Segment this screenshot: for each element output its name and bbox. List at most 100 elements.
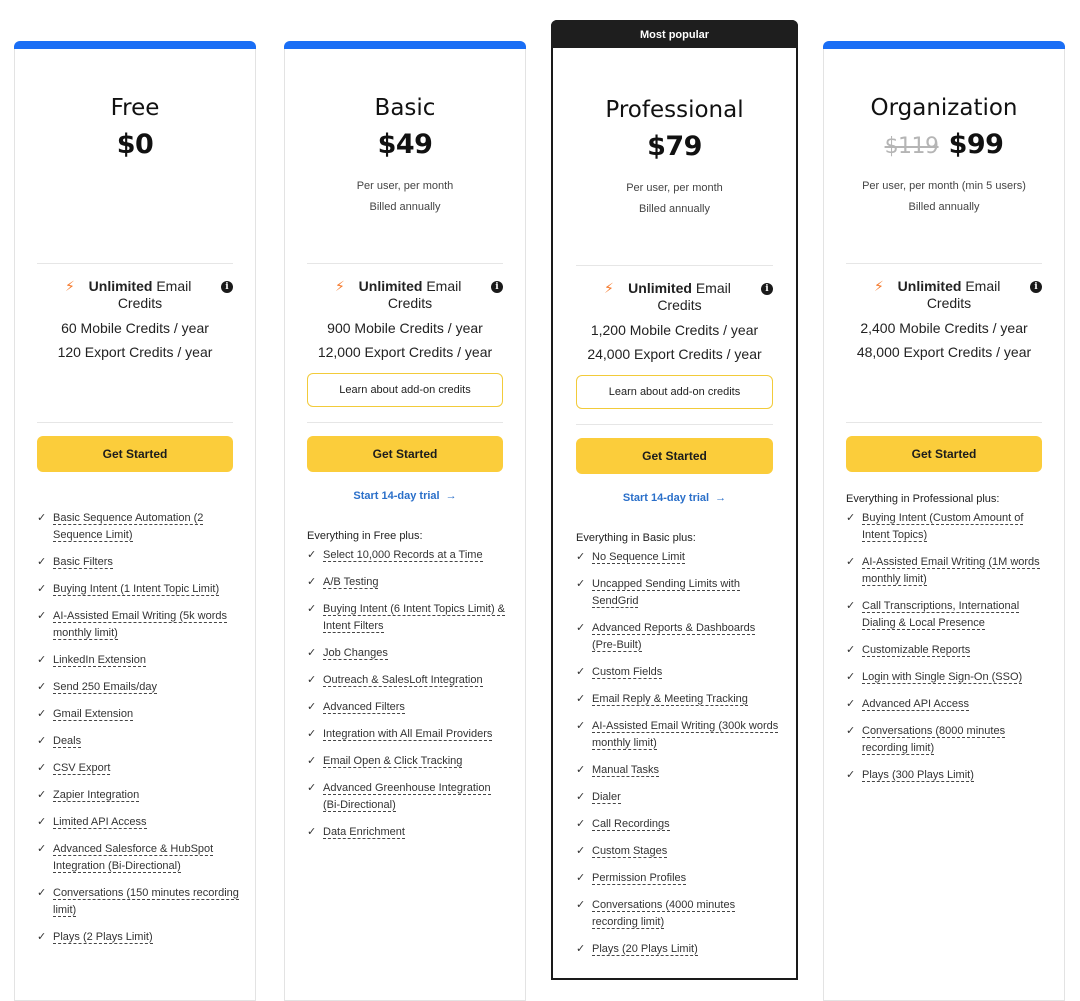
info-icon[interactable]: i: [221, 281, 233, 293]
check-icon: ✓: [576, 872, 586, 884]
feature-tooltip-text[interactable]: Basic Filters: [53, 556, 113, 569]
feature-tooltip-text[interactable]: Plays (20 Plays Limit): [592, 943, 698, 956]
feature-item: ✓ Data Enrichment: [307, 824, 509, 841]
features-heading: Everything in Basic plus:: [576, 532, 696, 544]
feature-item: ✓ Integration with All Email Providers: [307, 726, 509, 743]
check-icon: ✓: [846, 512, 856, 524]
check-icon: ✓: [576, 764, 586, 776]
unlimited-email-credits: ⚡ Unlimited Email Credits i: [576, 280, 773, 314]
feature-tooltip-text[interactable]: Manual Tasks: [592, 764, 660, 777]
start-trial-link[interactable]: Start 14-day trial →: [576, 492, 773, 504]
check-icon: ✓: [37, 708, 47, 720]
check-icon: ✓: [307, 826, 317, 838]
price-unit: Per user, per month: [626, 182, 723, 194]
divider: [846, 263, 1042, 264]
feature-item: ✓ Limited API Access: [37, 814, 239, 831]
learn-addon-credits-button[interactable]: Learn about add-on credits: [307, 373, 503, 407]
divider: [37, 263, 233, 264]
check-icon: ✓: [307, 782, 317, 794]
feature-tooltip-text[interactable]: Advanced Salesforce & HubSpot Integratio…: [53, 843, 214, 873]
check-icon: ✓: [37, 887, 47, 899]
feature-tooltip-text[interactable]: AI-Assisted Email Writing (300k words mo…: [592, 720, 779, 750]
feature-tooltip-text[interactable]: Gmail Extension: [53, 708, 134, 721]
feature-item: ✓ Advanced Filters: [307, 699, 509, 716]
feature-tooltip-text[interactable]: Plays (2 Plays Limit): [53, 931, 153, 944]
info-icon[interactable]: i: [1030, 281, 1042, 293]
feature-tooltip-text[interactable]: Plays (300 Plays Limit): [862, 769, 974, 782]
feature-tooltip-text[interactable]: Email Open & Click Tracking: [323, 755, 463, 768]
feature-tooltip-text[interactable]: Zapier Integration: [53, 789, 140, 802]
feature-tooltip-text[interactable]: Customizable Reports: [862, 644, 971, 657]
export-credits: 120 Export Credits / year: [57, 344, 213, 360]
feature-tooltip-text[interactable]: AI-Assisted Email Writing (1M words mont…: [862, 556, 1040, 586]
feature-tooltip-text[interactable]: Conversations (4000 minutes recording li…: [592, 899, 736, 929]
info-icon[interactable]: i: [761, 283, 773, 295]
feature-tooltip-text[interactable]: Buying Intent (6 Intent Topics Limit) & …: [323, 603, 505, 633]
feature-tooltip-text[interactable]: Permission Profiles: [592, 872, 687, 885]
price-unit: Per user, per month (min 5 users): [862, 180, 1026, 192]
check-icon: ✓: [37, 610, 47, 622]
feature-tooltip-text[interactable]: Data Enrichment: [323, 826, 405, 839]
feature-tooltip-text[interactable]: No Sequence Limit: [592, 551, 685, 564]
feature-tooltip-text[interactable]: Advanced Reports & Dashboards (Pre-Built…: [592, 622, 756, 652]
feature-item: ✓ Email Open & Click Tracking: [307, 753, 509, 770]
feature-list: ✓ No Sequence Limit ✓ Uncapped Sending Limi…: [576, 549, 779, 968]
bolt-icon: ⚡: [874, 278, 884, 294]
feature-item: ✓ CSV Export: [37, 760, 239, 777]
check-icon: ✓: [846, 698, 856, 710]
feature-tooltip-text[interactable]: Select 10,000 Records at a Time: [323, 549, 483, 562]
feature-item: ✓ Buying Intent (Custom Amount of Intent …: [846, 510, 1048, 544]
start-trial-link[interactable]: Start 14-day trial →: [307, 490, 503, 502]
check-icon: ✓: [576, 666, 586, 678]
check-icon: ✓: [307, 755, 317, 767]
check-icon: ✓: [576, 693, 586, 705]
plan-card-organization: Organization $119 $99 Per user, per month…: [823, 41, 1065, 1001]
feature-tooltip-text[interactable]: Email Reply & Meeting Tracking: [592, 693, 748, 706]
feature-tooltip-text[interactable]: Conversations (8000 minutes recording li…: [862, 725, 1006, 755]
feature-tooltip-text[interactable]: Basic Sequence Automation (2 Sequence Li…: [53, 512, 204, 542]
feature-tooltip-text[interactable]: Send 250 Emails/day: [53, 681, 157, 694]
feature-tooltip-text[interactable]: CSV Export: [53, 762, 111, 775]
feature-tooltip-text[interactable]: Advanced Filters: [323, 701, 405, 714]
feature-tooltip-text[interactable]: Dialer: [592, 791, 621, 804]
get-started-button[interactable]: Get Started: [846, 436, 1042, 472]
plan-card-free: Free $0 ⚡ Unlimited Email Credits i 60 M…: [14, 41, 256, 1001]
check-icon: ✓: [37, 556, 47, 568]
feature-tooltip-text[interactable]: Advanced API Access: [862, 698, 970, 711]
feature-tooltip-text[interactable]: Conversations (150 minutes recording lim…: [53, 887, 239, 917]
divider: [307, 263, 503, 264]
feature-tooltip-text[interactable]: Uncapped Sending Limits with SendGrid: [592, 578, 740, 608]
feature-tooltip-text[interactable]: Call Recordings: [592, 818, 670, 831]
get-started-button[interactable]: Get Started: [307, 436, 503, 472]
feature-tooltip-text[interactable]: Advanced Greenhouse Integration (Bi-Dire…: [323, 782, 491, 812]
get-started-button[interactable]: Get Started: [37, 436, 233, 472]
feature-tooltip-text[interactable]: AI-Assisted Email Writing (5k words mont…: [53, 610, 228, 640]
feature-tooltip-text[interactable]: Job Changes: [323, 647, 388, 660]
feature-tooltip-text[interactable]: Login with Single Sign-On (SSO): [862, 671, 1023, 684]
feature-tooltip-text[interactable]: LinkedIn Extension: [53, 654, 146, 667]
feature-tooltip-text[interactable]: Buying Intent (Custom Amount of Intent T…: [862, 512, 1024, 542]
feature-tooltip-text[interactable]: Buying Intent (1 Intent Topic Limit): [53, 583, 220, 596]
start-trial-label: Start 14-day trial: [622, 492, 710, 504]
plan-name: Professional: [605, 97, 744, 123]
feature-item: ✓ Deals: [37, 733, 239, 750]
mobile-credits: 1,200 Mobile Credits / year: [590, 322, 759, 338]
feature-item: ✓ No Sequence Limit: [576, 549, 779, 566]
feature-tooltip-text[interactable]: Custom Fields: [592, 666, 663, 679]
feature-item: ✓ LinkedIn Extension: [37, 652, 239, 669]
plan-price-value: $0: [116, 129, 154, 160]
check-icon: ✓: [576, 791, 586, 803]
feature-tooltip-text[interactable]: Custom Stages: [592, 845, 668, 858]
feature-tooltip-text[interactable]: Limited API Access: [53, 816, 147, 829]
feature-tooltip-text[interactable]: Deals: [53, 735, 82, 748]
plan-name: Organization: [870, 95, 1018, 121]
info-icon[interactable]: i: [491, 281, 503, 293]
feature-tooltip-text[interactable]: A/B Testing: [323, 576, 379, 589]
feature-tooltip-text[interactable]: Outreach & SalesLoft Integration: [323, 674, 483, 687]
feature-item: ✓ Plays (300 Plays Limit): [846, 767, 1048, 784]
learn-addon-credits-button[interactable]: Learn about add-on credits: [576, 375, 773, 409]
check-icon: ✓: [576, 551, 586, 563]
get-started-button[interactable]: Get Started: [576, 438, 773, 474]
feature-tooltip-text[interactable]: Call Transcriptions, International Diali…: [862, 600, 1020, 630]
feature-tooltip-text[interactable]: Integration with All Email Providers: [323, 728, 493, 741]
